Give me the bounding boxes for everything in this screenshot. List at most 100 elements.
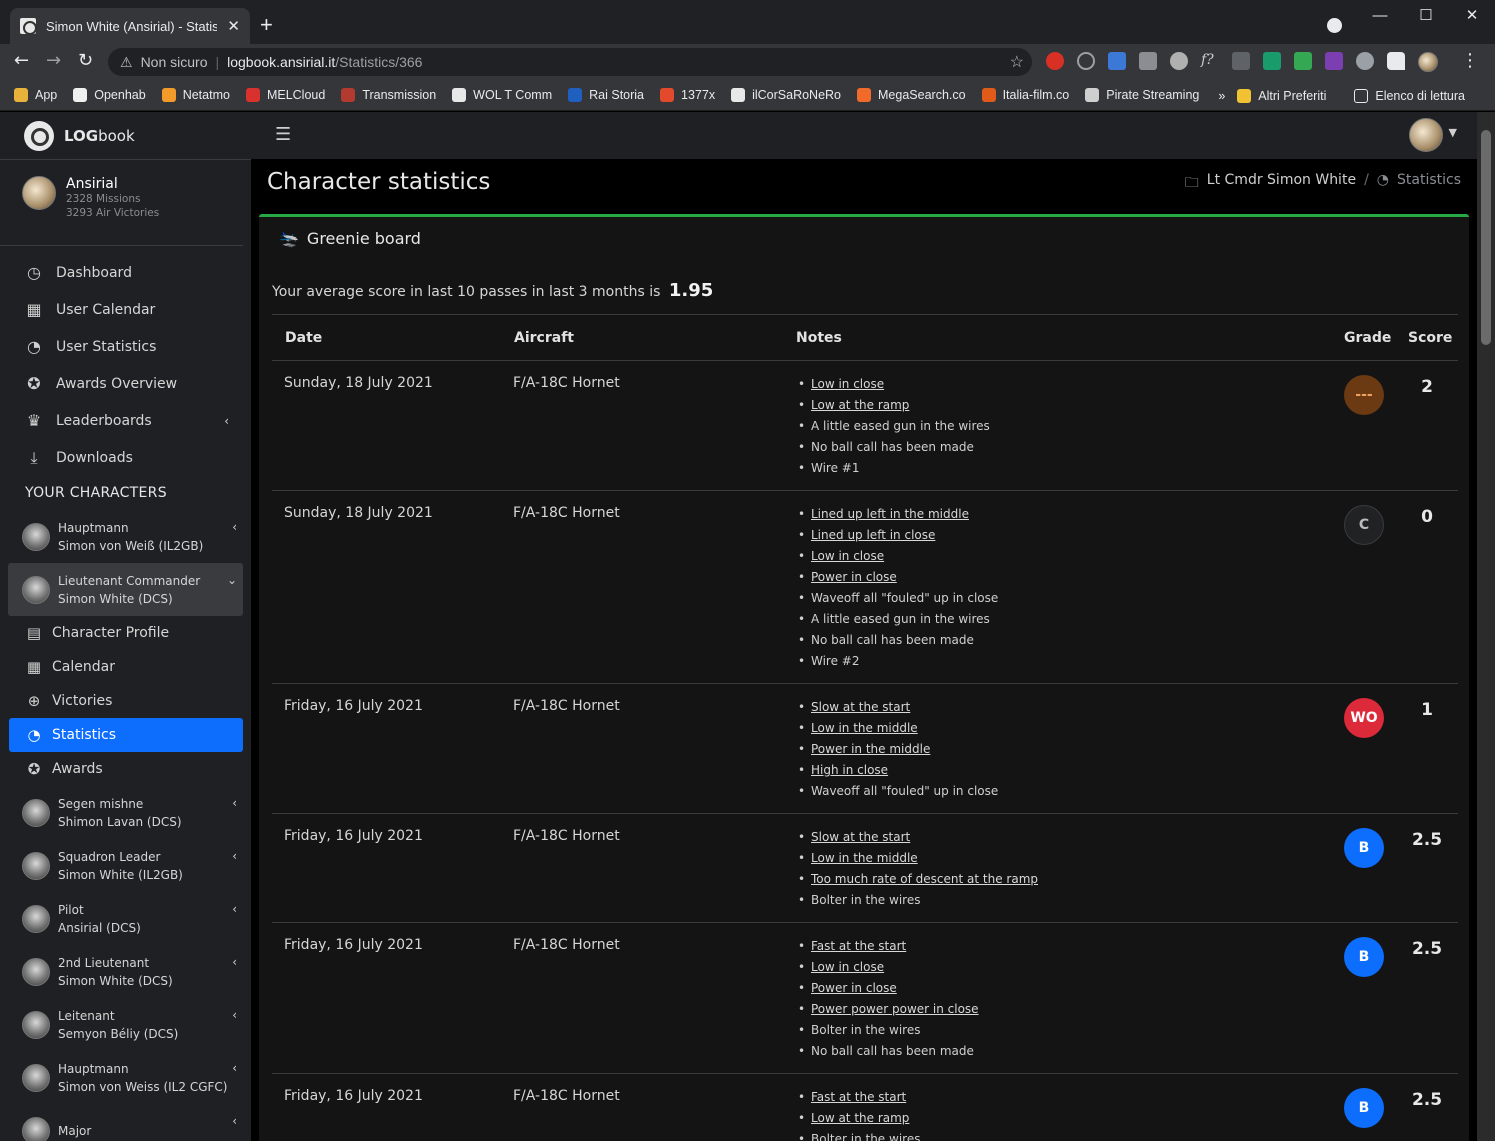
character-menu-calendar[interactable]: ▦ Calendar (0, 650, 243, 684)
medal-icon: ✪ (27, 374, 41, 393)
note-link[interactable]: Low in close (798, 960, 979, 981)
nav-item-user-calendar[interactable]: ▦ User Calendar (0, 291, 251, 328)
note-link[interactable]: Low in close (798, 549, 998, 570)
chevron-down-icon[interactable]: ⌄ (227, 573, 237, 587)
back-icon[interactable]: ← (14, 50, 29, 71)
character-item[interactable]: Pilot Ansirial (DCS) ‹ (0, 892, 243, 945)
bookmark-item[interactable]: 1377x (660, 88, 715, 102)
browser-tab[interactable]: Simon White (Ansirial) - Statistics ✕ (10, 8, 250, 44)
bookmark-item[interactable]: MegaSearch.co (857, 88, 966, 102)
note-link[interactable]: Low at the ramp (798, 398, 990, 419)
bookmark-item[interactable]: Transmission (341, 88, 436, 102)
beta-extension-icon[interactable] (1294, 52, 1312, 70)
character-item[interactable]: Squadron Leader Simon White (IL2GB) ‹ (0, 839, 243, 892)
note-link[interactable]: Fast at the start (798, 939, 979, 960)
note-link[interactable]: Lined up left in the middle (798, 507, 998, 528)
maximize-icon[interactable]: ☐ (1403, 0, 1449, 30)
character-item[interactable]: Segen mishne Shimon Lavan (DCS) ‹ (0, 786, 243, 839)
chevron-left-icon[interactable]: ‹ (232, 1008, 237, 1022)
character-menu-victories[interactable]: ⊕ Victories (0, 684, 243, 718)
bookmarks-overflow-icon[interactable]: » (1218, 89, 1225, 103)
top-user-avatar[interactable] (1409, 118, 1443, 152)
character-item[interactable]: Hauptmann Simon von Weiß (IL2GB) ‹ (0, 510, 243, 563)
address-bar[interactable]: ⚠ Non sicuro | logbook.ansirial.it /Stat… (108, 48, 1032, 76)
new-tab-button[interactable]: + (260, 12, 273, 38)
bookmark-item[interactable]: WOL T Comm (452, 88, 552, 102)
browser-profile-avatar[interactable] (1418, 52, 1438, 72)
chevron-left-icon[interactable]: ‹ (232, 1114, 237, 1128)
note-link[interactable]: Power in the middle (798, 742, 998, 763)
puzzle-extensions-icon[interactable] (1387, 52, 1405, 70)
note-link[interactable]: Lined up left in close (798, 528, 998, 549)
other-bookmarks[interactable]: Altri Preferiti (1237, 88, 1326, 103)
grade-badge: B (1344, 828, 1384, 868)
bookmark-item[interactable]: App (14, 88, 57, 102)
note-link[interactable]: Fast at the start (798, 1090, 920, 1111)
nav-item-dashboard[interactable]: ◷ Dashboard (0, 254, 251, 291)
character-item[interactable]: Leitenant Semyon Béliy (DCS) ‹ (0, 998, 243, 1051)
minimize-icon[interactable]: — (1357, 0, 1403, 30)
browser-menu-icon[interactable]: ⋮ (1461, 50, 1479, 71)
note-link[interactable]: Low in the middle (798, 851, 1038, 872)
reading-list[interactable]: Elenco di lettura (1354, 88, 1465, 103)
user-panel[interactable]: Ansirial 2328 Missions 3293 Air Victorie… (0, 160, 243, 246)
scrollbar-thumb[interactable] (1481, 130, 1491, 345)
note-link[interactable]: Low in close (798, 377, 990, 398)
close-window-icon[interactable]: ✕ (1449, 0, 1495, 30)
s-extension-icon[interactable] (1263, 52, 1281, 70)
function-extension-icon[interactable]: f? (1201, 52, 1219, 70)
chevron-left-icon[interactable]: ‹ (232, 796, 237, 810)
chevron-left-icon[interactable]: ‹ (232, 955, 237, 969)
note-link[interactable]: Low in the middle (798, 721, 998, 742)
bookmark-star-icon[interactable]: ☆ (1010, 52, 1024, 72)
brand[interactable]: LOGbook (0, 112, 251, 160)
chevron-down-icon[interactable]: ▼ (1449, 126, 1457, 139)
note-link[interactable]: Power in close (798, 570, 998, 591)
nav-item-user-statistics[interactable]: ◔ User Statistics (0, 328, 251, 365)
note-link[interactable]: Too much rate of descent at the ramp (798, 872, 1038, 893)
breadcrumb-parent[interactable]: Lt Cmdr Simon White (1207, 172, 1356, 196)
chrome-profile-icon[interactable] (1327, 18, 1342, 33)
not-secure-warning-icon[interactable]: ⚠ (120, 54, 133, 71)
bookmark-item[interactable]: MELCloud (245, 88, 325, 102)
chevron-left-icon[interactable]: ‹ (232, 849, 237, 863)
extension-ghost-icon[interactable] (1170, 52, 1188, 70)
page-scrollbar[interactable] (1477, 112, 1495, 1141)
note-link[interactable]: Slow at the start (798, 700, 998, 721)
chevron-left-icon[interactable]: ‹ (232, 1061, 237, 1075)
nav-item-leaderboards[interactable]: ♛ Leaderboards ‹ (0, 402, 251, 439)
character-item[interactable]: Hauptmann Simon von Weiss (IL2 CGFC) ‹ (0, 1051, 243, 1104)
extension-arrow-icon[interactable] (1139, 52, 1157, 70)
translate-extension-icon[interactable] (1108, 52, 1126, 70)
bookmark-item[interactable]: Pirate Streaming (1085, 88, 1199, 102)
note-link[interactable]: Low at the ramp (798, 1111, 920, 1132)
nav-item-awards-overview[interactable]: ✪ Awards Overview (0, 365, 251, 402)
hamburger-menu-icon[interactable]: ☰ (275, 124, 291, 145)
note-link[interactable]: Slow at the start (798, 830, 1038, 851)
character-item[interactable]: 2nd Lieutenant Simon White (DCS) ‹ (0, 945, 243, 998)
chevron-left-icon[interactable]: ‹ (232, 902, 237, 916)
nav-item-downloads[interactable]: ⤓ Downloads (0, 439, 251, 476)
character-item[interactable]: Lieutenant Commander Simon White (DCS) ⌄ (8, 563, 243, 616)
extension-circle-icon[interactable] (1077, 52, 1095, 70)
reload-icon[interactable]: ↻ (78, 50, 93, 71)
adblock-plus-icon[interactable] (1046, 52, 1064, 70)
note-link[interactable]: Power in close (798, 981, 979, 1002)
bookmark-item[interactable]: ilCorSaRoNeRo (731, 88, 841, 102)
bookmark-item[interactable]: Openhab (73, 88, 146, 102)
note-link[interactable]: High in close (798, 763, 998, 784)
bookmark-item[interactable]: Italia-film.co (981, 88, 1069, 102)
character-menu-awards[interactable]: ✪ Awards (0, 752, 243, 786)
chevron-left-icon[interactable]: ‹ (232, 520, 237, 534)
note-link[interactable]: Power power power in close (798, 1002, 979, 1023)
forward-icon[interactable]: → (46, 50, 61, 71)
character-item[interactable]: Major ‹ (0, 1104, 243, 1141)
eyedropper-extension-icon[interactable] (1232, 52, 1250, 70)
bookmark-item[interactable]: Rai Storia (568, 88, 644, 102)
close-tab-icon[interactable]: ✕ (227, 17, 240, 35)
bookmark-item[interactable]: Netatmo (161, 88, 230, 102)
extension-cloud-icon[interactable] (1356, 52, 1374, 70)
character-menu-character-profile[interactable]: ▤ Character Profile (0, 616, 243, 650)
onenote-extension-icon[interactable] (1325, 52, 1343, 70)
character-menu-statistics[interactable]: ◔ Statistics (9, 718, 243, 752)
